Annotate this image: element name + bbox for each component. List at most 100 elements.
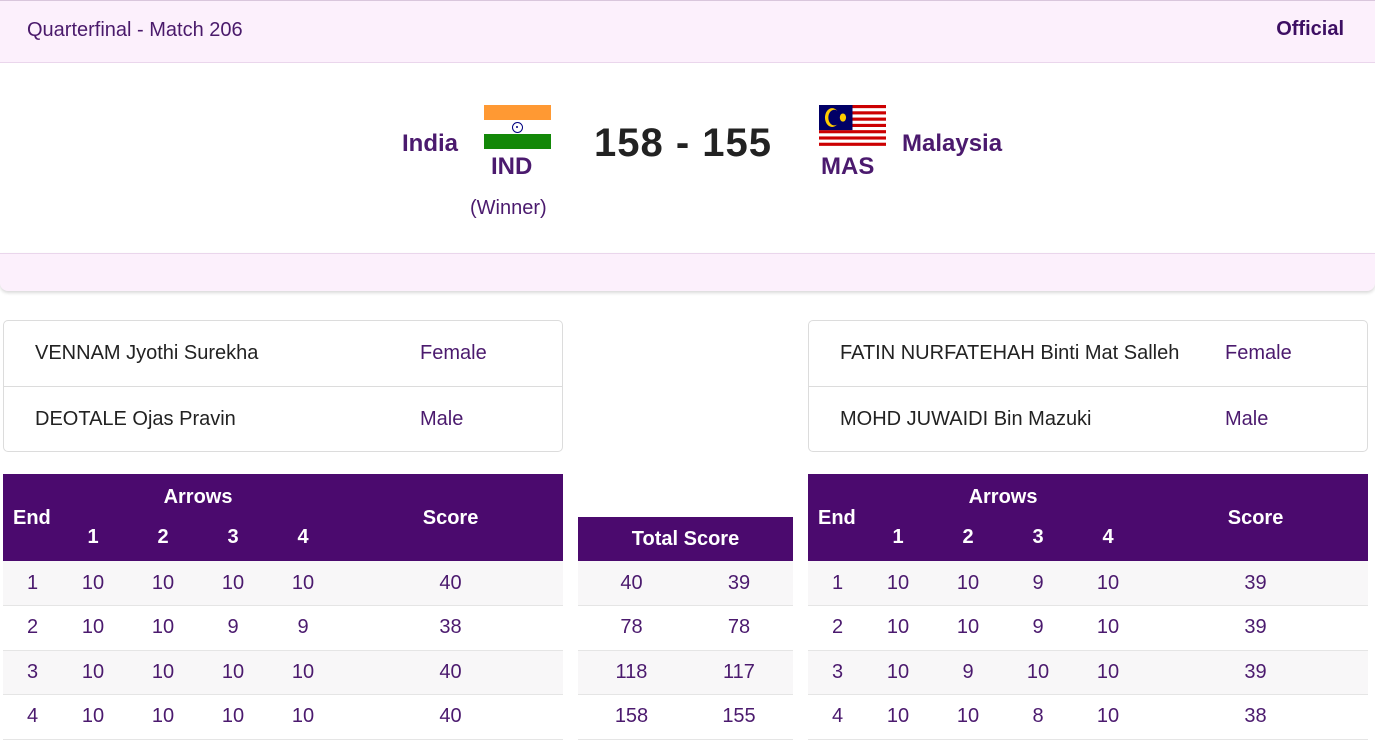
athlete-gender: Male <box>420 408 464 430</box>
arrow-score: 8 <box>1003 694 1073 740</box>
arrow-score: 10 <box>933 694 1003 740</box>
end-row: 2 10 10 9 10 39 <box>808 605 1369 651</box>
left-ends-table: End Arrows Score 1 2 3 4 1 10 10 10 10 40 2 10 1… <box>3 474 564 740</box>
arrow-score: 10 <box>128 650 198 695</box>
end-row: 1 10 10 10 10 40 <box>3 561 564 606</box>
arrow-number-header: 4 <box>268 518 339 561</box>
total-score-header: Total Score <box>578 517 793 561</box>
arrow-score: 10 <box>933 561 1003 606</box>
arrow-score: 10 <box>933 605 1003 651</box>
score-header: Score <box>1143 474 1369 561</box>
arrow-number-header: 2 <box>128 518 198 561</box>
roster-row: FATIN NURFATEHAH Binti Mat Salleh Female <box>809 321 1367 386</box>
score-header: Score <box>338 474 564 561</box>
end-number: 2 <box>808 605 863 651</box>
arrow-score: 10 <box>863 561 933 606</box>
end-row: 3 10 10 10 10 40 <box>3 650 564 695</box>
arrow-score: 10 <box>1073 561 1144 606</box>
end-score: 39 <box>1143 605 1369 651</box>
india-flag-icon <box>484 105 551 150</box>
running-total-left: 40 <box>578 561 685 606</box>
end-header: End <box>808 474 863 561</box>
end-score: 39 <box>1143 561 1369 606</box>
match-info-bar: Quarterfinal - Match 206 Official <box>0 0 1375 63</box>
end-number: 3 <box>3 650 58 695</box>
end-score: 38 <box>1143 694 1369 740</box>
arrow-score: 10 <box>1003 650 1073 695</box>
arrow-score: 10 <box>863 605 933 651</box>
total-row: 118 117 <box>578 650 793 695</box>
arrow-score: 9 <box>1003 605 1073 651</box>
end-row: 4 10 10 8 10 38 <box>808 694 1369 740</box>
arrow-score: 10 <box>268 650 339 695</box>
total-row: 78 78 <box>578 605 793 651</box>
running-total-right: 78 <box>685 605 793 651</box>
match-stage: Quarterfinal - Match 206 <box>27 19 243 41</box>
running-total-left: 118 <box>578 650 685 695</box>
athlete-name[interactable]: MOHD JUWAIDI Bin Mazuki <box>840 408 1092 431</box>
right-ends-table: End Arrows Score 1 2 3 4 1 10 10 9 10 39 2 10 10… <box>808 474 1369 740</box>
left-team-roster: VENNAM Jyothi Surekha Female DEOTALE Oja… <box>3 320 563 452</box>
end-score: 39 <box>1143 650 1369 695</box>
arrow-score: 10 <box>863 650 933 695</box>
running-total-right: 117 <box>685 650 793 695</box>
end-row: 4 10 10 10 10 40 <box>3 694 564 740</box>
arrow-number-header: 1 <box>58 518 128 561</box>
arrow-score: 10 <box>58 605 128 651</box>
end-row: 1 10 10 9 10 39 <box>808 561 1369 606</box>
arrow-score: 9 <box>268 605 339 651</box>
total-row: 158 155 <box>578 694 793 740</box>
end-number: 2 <box>3 605 58 651</box>
arrow-number-header: 3 <box>198 518 268 561</box>
end-number: 1 <box>808 561 863 606</box>
running-total-left: 78 <box>578 605 685 651</box>
end-number: 4 <box>3 694 58 740</box>
arrows-header: Arrows <box>863 474 1144 518</box>
arrow-score: 10 <box>198 650 268 695</box>
end-row: 3 10 9 10 10 39 <box>808 650 1369 695</box>
match-header: India IND (Winner) 158 - 155 MAS Malaysi… <box>0 63 1375 253</box>
result-status: Official <box>1276 18 1344 40</box>
arrow-score: 10 <box>1073 694 1144 740</box>
end-score: 40 <box>338 650 564 695</box>
end-score: 40 <box>338 561 564 606</box>
arrow-score: 10 <box>268 694 339 740</box>
arrow-number-header: 1 <box>863 518 933 561</box>
arrow-score: 10 <box>1073 605 1144 651</box>
end-number: 4 <box>808 694 863 740</box>
total-row: 40 39 <box>578 561 793 606</box>
roster-row: MOHD JUWAIDI Bin Mazuki Male <box>809 386 1367 451</box>
end-score: 40 <box>338 694 564 740</box>
roster-row: DEOTALE Ojas Pravin Male <box>4 386 562 451</box>
athlete-gender: Male <box>1225 408 1269 430</box>
arrow-score: 10 <box>198 694 268 740</box>
right-team-name[interactable]: Malaysia <box>902 130 1002 158</box>
athlete-gender: Female <box>420 342 487 364</box>
right-team-roster: FATIN NURFATEHAH Binti Mat Salleh Female… <box>808 320 1368 452</box>
total-score-table: Total Score 40 39 78 78 118 117 158 155 <box>578 517 793 740</box>
arrow-score: 9 <box>933 650 1003 695</box>
arrow-score: 10 <box>58 650 128 695</box>
arrows-header: Arrows <box>58 474 339 518</box>
athlete-name[interactable]: VENNAM Jyothi Surekha <box>35 342 258 365</box>
match-score: 158 - 155 <box>594 121 773 165</box>
left-team-code: IND <box>491 153 533 180</box>
running-total-left: 158 <box>578 694 685 740</box>
arrow-score: 10 <box>58 694 128 740</box>
right-team-code: MAS <box>821 153 875 180</box>
arrow-score: 10 <box>863 694 933 740</box>
athlete-name[interactable]: FATIN NURFATEHAH Binti Mat Salleh <box>840 342 1179 365</box>
arrow-score: 10 <box>1073 650 1144 695</box>
athlete-gender: Female <box>1225 342 1292 364</box>
running-total-right: 39 <box>685 561 793 606</box>
arrow-number-header: 4 <box>1073 518 1144 561</box>
running-total-right: 155 <box>685 694 793 740</box>
athlete-name[interactable]: DEOTALE Ojas Pravin <box>35 408 236 431</box>
end-header: End <box>3 474 58 561</box>
end-row: 2 10 10 9 9 38 <box>3 605 564 651</box>
end-number: 1 <box>3 561 58 606</box>
arrow-score: 10 <box>58 561 128 606</box>
end-score: 38 <box>338 605 564 651</box>
left-team-name[interactable]: India <box>402 130 458 158</box>
arrow-score: 10 <box>198 561 268 606</box>
